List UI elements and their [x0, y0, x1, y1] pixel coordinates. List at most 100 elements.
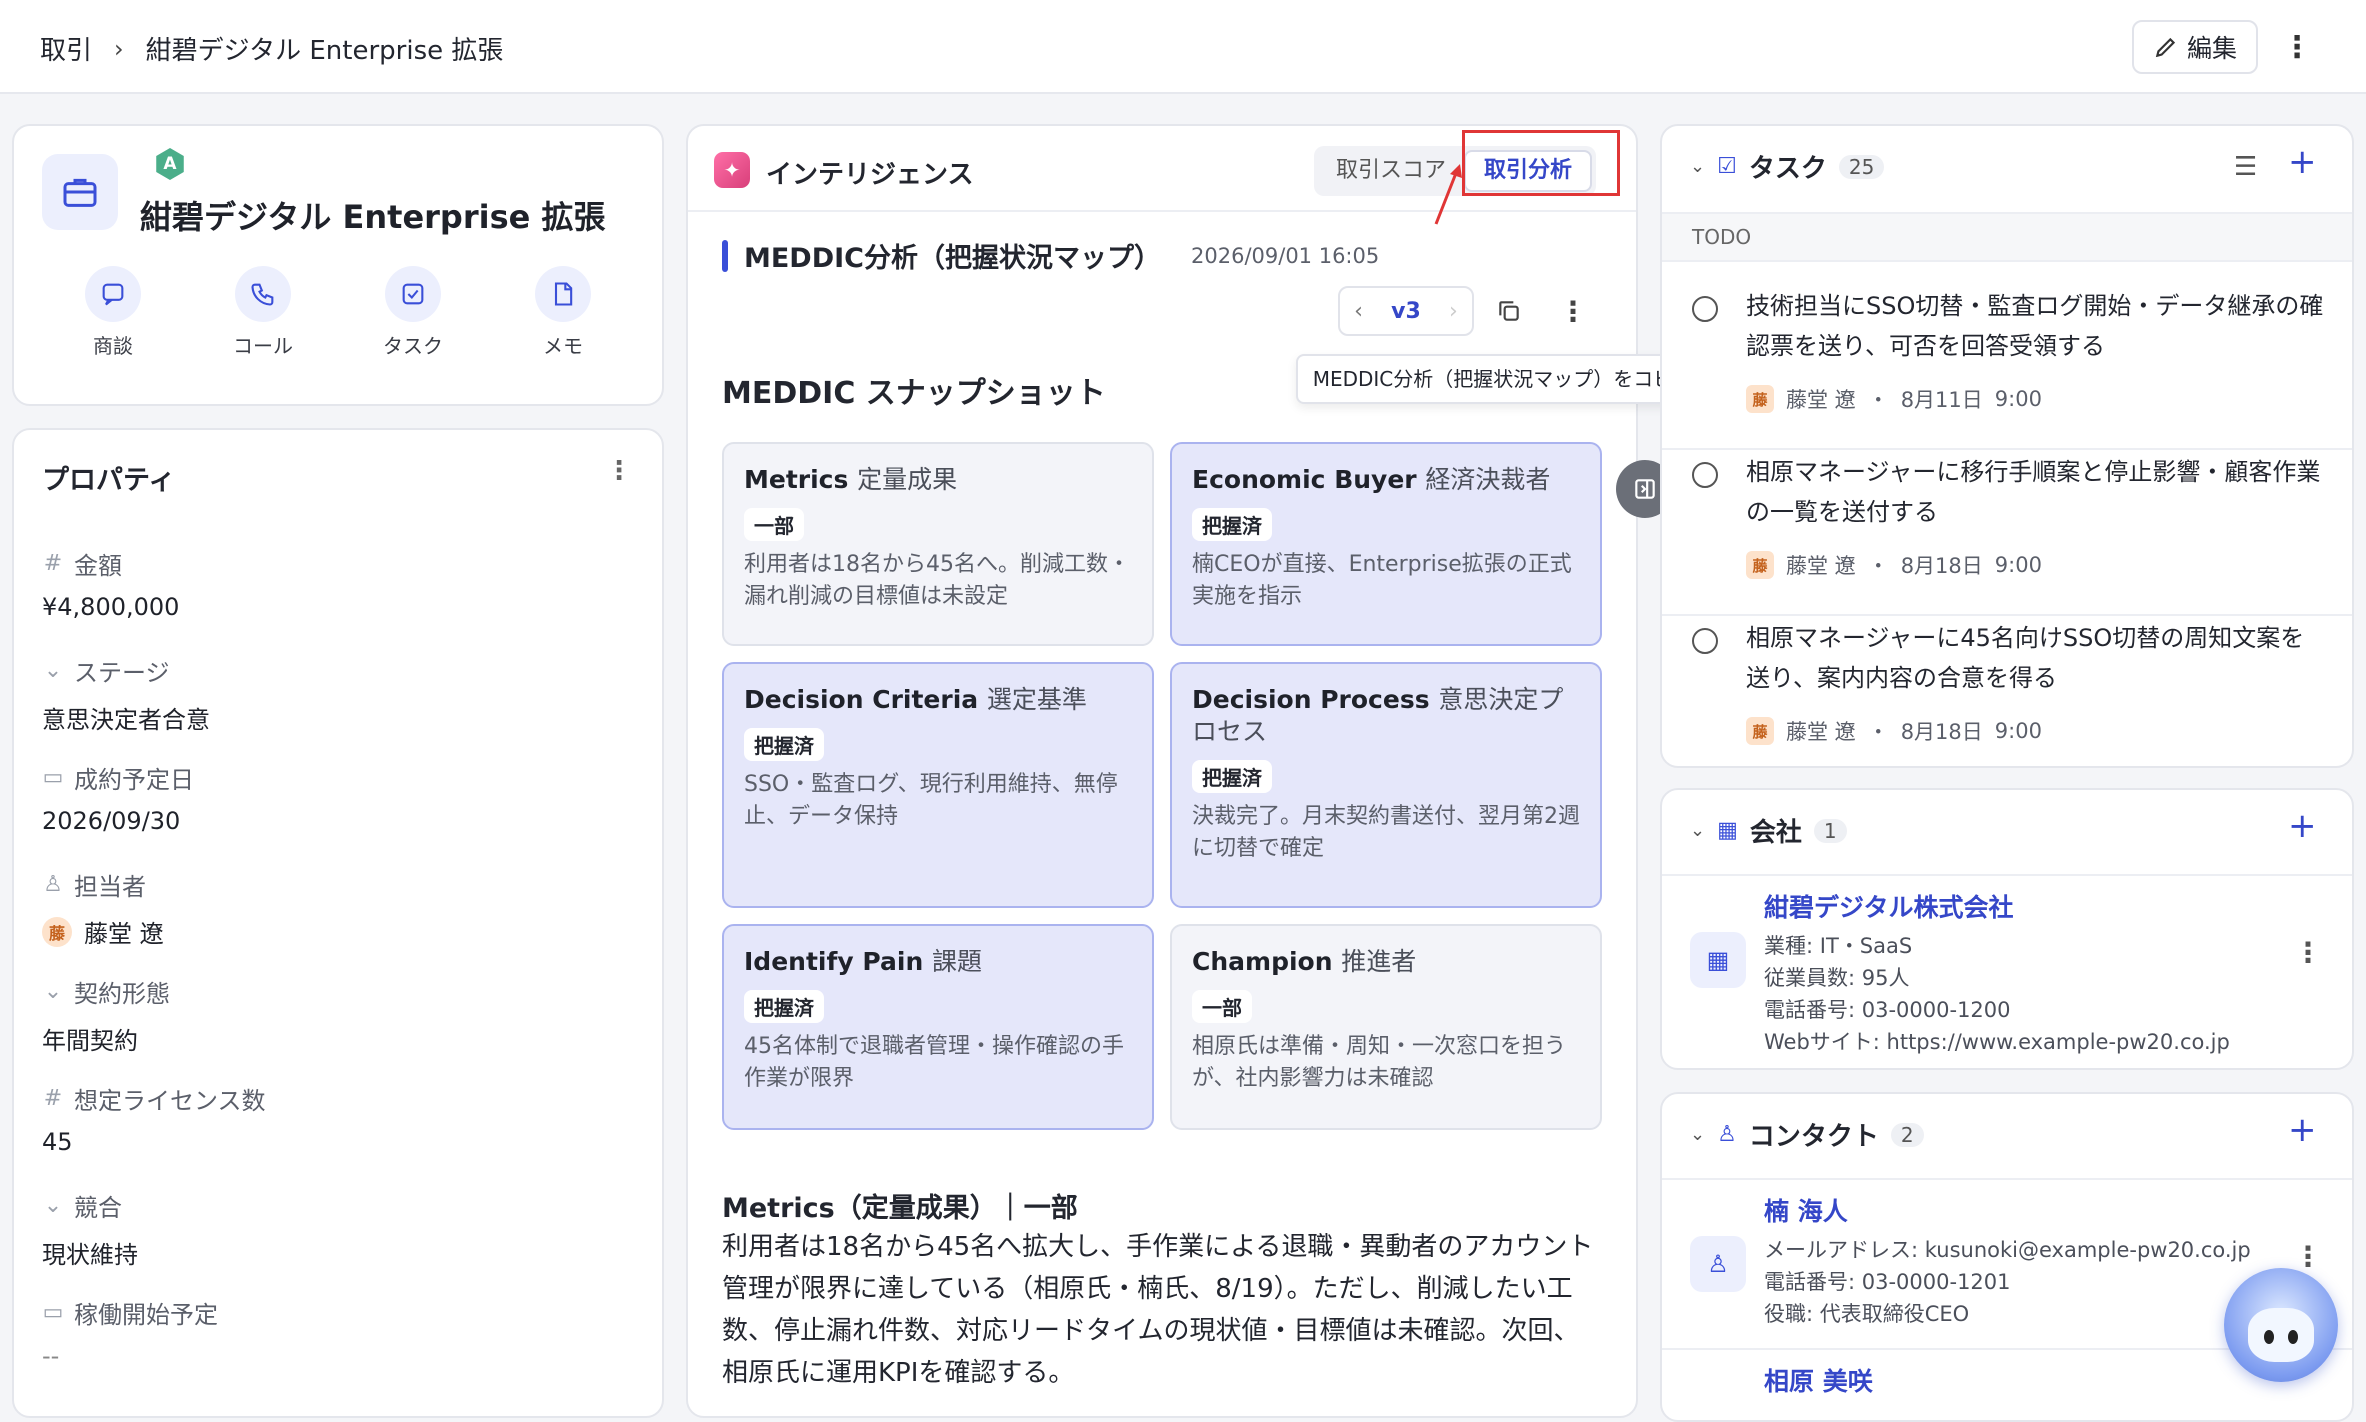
add-task-icon[interactable]: + — [2288, 142, 2317, 182]
company-title: 会社 — [1749, 818, 1802, 848]
tasks-title: タスク — [1748, 154, 1827, 184]
action-meeting[interactable]: 商談 — [38, 266, 188, 359]
card-title: Champion 推進者 — [1192, 947, 1417, 976]
intelligence-title: インテリジェンス — [766, 160, 974, 190]
intelligence-card: ✦ インテリジェンス 取引スコア 取引分析 MEDDIC分析（把握状況マップ） … — [686, 124, 1638, 1418]
breadcrumb-root[interactable]: 取引 — [40, 30, 92, 67]
meddic-card-metrics[interactable]: Metrics 定量成果 一部 利用者は18名から45名へ。削減工数・漏れ削減の… — [722, 442, 1154, 646]
task-checkbox[interactable] — [1692, 296, 1718, 322]
action-memo[interactable]: メモ — [488, 266, 638, 359]
company-name[interactable]: 紺碧デジタル株式会社 — [1764, 888, 2014, 924]
action-task[interactable]: タスク — [338, 266, 488, 359]
breadcrumb-separator: › — [114, 34, 124, 63]
prop-value: 45 — [42, 1128, 73, 1156]
contact-more-icon[interactable]: ⋮ — [2294, 1240, 2322, 1273]
status-badge: 把握済 — [1192, 760, 1272, 793]
tasks-card: ⌄ ☑ タスク 25 ☰ + TODO 技術担当にSSO切替・監査ログ開始・デー… — [1660, 124, 2354, 768]
task-item[interactable]: 相原マネージャーに45名向けSSO切替の周知文案を送り、案内内容の合意を得る 藤… — [1662, 618, 2352, 766]
briefcase-icon — [42, 154, 118, 230]
task-item[interactable]: 相原マネージャーに移行手順案と停止影響・顧客作業の一覧を送付する 藤 藤堂 遼・… — [1662, 452, 2352, 616]
assistant-bot-icon[interactable] — [2224, 1268, 2338, 1382]
meddic-card-champion[interactable]: Champion 推進者 一部 相原氏は準備・周知・一次窓口を担うが、社内影響力… — [1170, 924, 1602, 1130]
task-text: 相原マネージャーに移行手順案と停止影響・顧客作業の一覧を送付する — [1746, 458, 2321, 526]
prop-competitor[interactable]: ⌄ 競合 現状維持 — [42, 1188, 602, 1270]
annotation-arrow-icon — [1434, 164, 1462, 225]
card-description: 決裁完了。月末契約書送付、翌月第2週に切替で確定 — [1192, 804, 1580, 861]
task-text: 技術担当にSSO切替・監査ログ開始・データ継承の確認票を送り、可否を回答受領する — [1746, 292, 2324, 360]
prop-amount[interactable]: # 金額 ¥4,800,000 — [42, 546, 602, 621]
edit-button[interactable]: 編集 — [2132, 20, 2258, 74]
card-title: Decision Criteria 選定基準 — [744, 685, 1087, 714]
section-more-icon[interactable]: ⋮ — [1552, 290, 1594, 332]
section-header: MEDDIC分析（把握状況マップ） 2026/09/01 16:05 — [722, 236, 1379, 275]
prop-label: 成約予定日 — [74, 766, 194, 794]
avatar: 藤 — [1746, 551, 1774, 579]
avatar: 藤 — [1746, 385, 1774, 413]
prop-licenses[interactable]: # 想定ライセンス数 45 — [42, 1081, 602, 1156]
card-title: Metrics 定量成果 — [744, 465, 958, 494]
properties-title: プロパティ — [42, 465, 176, 496]
company-header[interactable]: ⌄ ▦ 会社 1 — [1690, 812, 1847, 849]
more-menu-icon[interactable]: ⋮ — [2282, 24, 2312, 70]
action-call[interactable]: コール — [188, 266, 338, 359]
status-badge: 一部 — [744, 508, 804, 541]
section-accent-bar — [722, 239, 728, 272]
company-industry: 業種: IT・SaaS — [1764, 934, 1913, 958]
prop-contract-type[interactable]: ⌄ 契約形態 年間契約 — [42, 974, 602, 1056]
meddic-card-decision-process[interactable]: Decision Process 意思決定プロセス 把握済 決裁完了。月末契約書… — [1170, 662, 1602, 908]
prop-label: 契約形態 — [74, 980, 170, 1008]
building-icon: ▦ — [1717, 818, 1738, 843]
prop-close-date[interactable]: ▭ 成約予定日 2026/09/30 — [42, 760, 602, 835]
avatar: 藤 — [42, 916, 72, 947]
prop-owner[interactable]: ♙ 担当者 藤藤堂 遼 — [42, 867, 602, 949]
chat-icon — [85, 266, 141, 322]
task-check-icon: ☑ — [1717, 154, 1737, 179]
contacts-count: 2 — [1890, 1122, 1924, 1147]
copy-icon[interactable] — [1488, 290, 1530, 332]
contact-name[interactable]: 相原 美咲 — [1764, 1362, 1873, 1398]
task-owner: 藤堂 遼 — [1786, 554, 1856, 578]
calendar-icon: ▭ — [42, 765, 64, 790]
version-label: v3 — [1391, 298, 1421, 324]
status-badge: 把握済 — [744, 728, 824, 761]
meddic-card-identify-pain[interactable]: Identify Pain 課題 把握済 45名体制で退職者管理・操作確認の手作… — [722, 924, 1154, 1130]
bot-eye — [2264, 1330, 2274, 1344]
contacts-header[interactable]: ⌄ ♙ コンタクト 2 — [1690, 1116, 1924, 1153]
chevron-left-icon[interactable]: ‹ — [1354, 299, 1363, 324]
prop-go-live[interactable]: ▭ 稼働開始予定 -- — [42, 1295, 602, 1370]
prop-label: ステージ — [74, 659, 170, 687]
chevron-down-icon[interactable]: ⌄ — [1690, 156, 1705, 177]
chevron-down-icon[interactable]: ⌄ — [1690, 1124, 1705, 1145]
contact-name[interactable]: 楠 海人 — [1764, 1192, 1848, 1228]
card-description: 相原氏は準備・周知・一次窓口を担うが、社内影響力は未確認 — [1192, 1034, 1567, 1091]
tasks-header[interactable]: ⌄ ☑ タスク 25 — [1690, 148, 1885, 185]
card-title: Identify Pain 課題 — [744, 947, 982, 976]
task-owner: 藤堂 遼 — [1786, 720, 1856, 744]
task-checkbox[interactable] — [1692, 628, 1718, 654]
contact-title: 役職: 代表取締役CEO — [1764, 1302, 1970, 1326]
filter-sliders-icon[interactable]: ☰ — [2234, 152, 2257, 182]
chevron-right-icon[interactable]: › — [1449, 299, 1458, 324]
annotation-highlight-box — [1462, 130, 1620, 196]
meddic-card-decision-criteria[interactable]: Decision Criteria 選定基準 把握済 SSO・監査ログ、現行利用… — [722, 662, 1154, 908]
rank-badge: A — [156, 148, 184, 180]
company-more-icon[interactable]: ⋮ — [2294, 936, 2322, 969]
phone-icon — [235, 266, 291, 322]
task-checkbox[interactable] — [1692, 462, 1718, 488]
task-item[interactable]: 技術担当にSSO切替・監査ログ開始・データ継承の確認票を送り、可否を回答受領する… — [1662, 286, 2352, 450]
chevron-down-icon[interactable]: ⌄ — [1690, 820, 1705, 841]
prop-value: 意思決定者合意 — [42, 706, 210, 734]
avatar: 藤 — [1746, 717, 1774, 745]
add-contact-icon[interactable]: + — [2288, 1110, 2317, 1150]
prop-stage[interactable]: ⌄ ステージ 意思決定者合意 — [42, 653, 602, 735]
meddic-card-economic-buyer[interactable]: Economic Buyer 経済決裁者 把握済 楠CEOが直接、Enterpr… — [1170, 442, 1602, 646]
version-switcher: ‹ v3 › — [1338, 286, 1474, 336]
prop-value: 2026/09/30 — [42, 807, 181, 835]
hash-icon: # — [43, 1086, 63, 1111]
person-icon: ♙ — [1690, 1236, 1746, 1292]
properties-more-icon[interactable]: ⋮ — [606, 456, 632, 486]
add-company-icon[interactable]: + — [2288, 806, 2317, 846]
quick-actions: 商談 コール タスク メモ — [38, 266, 638, 359]
prop-value: 年間契約 — [42, 1027, 138, 1055]
card-title: Decision Process 意思決定プロセス — [1192, 685, 1564, 746]
